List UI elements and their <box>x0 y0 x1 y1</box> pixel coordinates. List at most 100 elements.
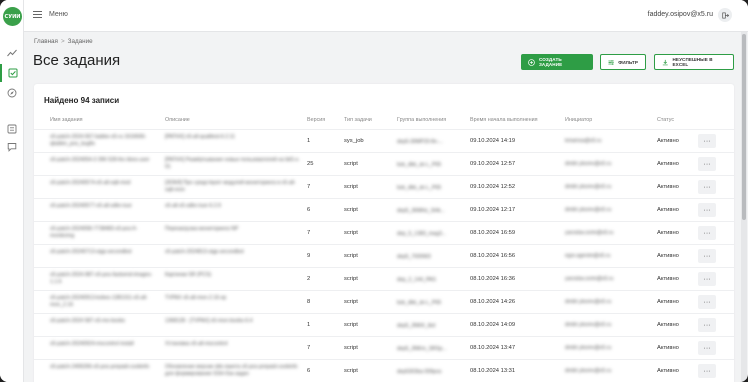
cell-type: script <box>344 230 358 236</box>
column-header-group[interactable]: Группа выполнения <box>397 117 446 123</box>
more-dots-icon[interactable]: ··· <box>698 203 716 217</box>
logout-icon[interactable] <box>718 8 732 22</box>
cell-initiator: yaroslav.zorin@x5.ru <box>565 230 614 236</box>
create-task-label: Создать задание <box>538 57 563 67</box>
cell-task-name: x5-patch-2406266-x5-pos-prepaid-csobinfo <box>50 364 150 370</box>
cell-description: [PATHX] Развёртывание новых пользователе… <box>165 157 300 170</box>
cell-group: bsk_dbk_sk-L_P65 <box>397 162 442 168</box>
cell-description: x5-patch-2024813-sigp-secondbot <box>165 249 244 255</box>
cell-status: Активно <box>657 345 679 351</box>
more-dots-icon[interactable]: ··· <box>698 295 716 309</box>
cell-start-time: 08.10.2024 16:56 <box>470 253 516 259</box>
left-rail: СУИИ <box>0 0 24 382</box>
table-row[interactable]: x5-patch-2406266-x5-pos-prepaid-csobinfo… <box>34 359 734 382</box>
scrollbar-thumb[interactable] <box>742 34 746 220</box>
cell-initiator: dmitri.ykorev@x5.ru <box>565 299 612 305</box>
more-dots-icon[interactable]: ··· <box>698 180 716 194</box>
nav-chat-icon[interactable] <box>0 138 24 156</box>
sliders-icon <box>608 59 614 65</box>
cell-description: TVPAX x5-all-mon-2.16-sp <box>165 295 227 301</box>
cell-status: Активно <box>657 322 679 328</box>
page-title: Все задания <box>33 52 121 69</box>
nav-analytics-icon[interactable] <box>0 44 24 62</box>
logo-icon[interactable]: СУИИ <box>3 7 22 26</box>
cell-task-name: x5-patch-2024054-3 396 528-fes kbes-user <box>50 157 150 163</box>
cell-initiator: dmitri.ykorev@x5.ru <box>565 322 612 328</box>
cell-group: dep5-30MP20-fin-... <box>397 139 443 145</box>
cell-description: [ЗОКИ] Про средствуют модулей мониторинг… <box>165 180 296 193</box>
table-row[interactable]: x5-patch-20240913-kobes-1381311-x5-all-m… <box>34 290 734 313</box>
cell-task-name: x5-patch-20240913-kobes-1381311-x5-all-m… <box>50 295 148 308</box>
cell-version: 2 <box>307 276 311 282</box>
more-dots-icon[interactable]: ··· <box>698 272 716 286</box>
table-row[interactable]: x5-patch-2024058-7738483-x5-pos-fr-monit… <box>34 221 734 244</box>
column-header-start-time[interactable]: Время начала выполнения <box>470 117 538 123</box>
more-dots-icon[interactable]: ··· <box>698 226 716 240</box>
hamburger-icon[interactable] <box>33 11 42 20</box>
cell-status: Активно <box>657 299 679 305</box>
create-task-button[interactable]: Создать задание <box>521 54 593 70</box>
download-icon <box>662 59 668 65</box>
nav-list-icon[interactable] <box>0 120 24 138</box>
table-row[interactable]: x5-patch-20240924-mscontrol install Устан… <box>34 336 734 359</box>
more-dots-icon[interactable]: ··· <box>698 318 716 332</box>
tasks-card: Найдено 94 записи Имя задания Описание В… <box>34 84 734 382</box>
cell-start-time: 09.10.2024 14:19 <box>470 138 516 144</box>
column-header-description[interactable]: Описание <box>165 117 190 123</box>
breadcrumb-home[interactable]: Главная <box>34 38 58 45</box>
cell-version: 6 <box>307 207 311 213</box>
cell-type: script <box>344 253 358 259</box>
cell-initiator: yaroslav.zorin@x5.ru <box>565 276 614 282</box>
more-dots-icon[interactable]: ··· <box>698 341 716 355</box>
cell-type: script <box>344 161 358 167</box>
user-email: faddey.osipov@x5.ru <box>647 11 713 18</box>
export-failed-label: Неуспешные в Excel <box>672 57 713 67</box>
cell-task-name: x5-patch-20240713-sigp-secondbot <box>50 249 132 255</box>
cell-initiator: dmitri.ykorev@x5.ru <box>565 345 612 351</box>
cell-status: Активно <box>657 368 679 374</box>
breadcrumb: Главная > Задание <box>34 38 93 45</box>
cell-initiator: egor.agenim@x5.ru <box>565 253 611 259</box>
breadcrumb-separator: > <box>60 38 65 45</box>
breadcrumb-current: Задание <box>67 38 93 45</box>
cell-status: Активно <box>657 253 679 259</box>
cell-version: 1 <box>307 322 311 328</box>
cell-task-name: x5-patch-2024-567-babke-x5-ru 1616666-qb… <box>50 134 147 147</box>
cell-description: [PATHX] x5-all-qualitest-6.2.11 <box>165 134 236 140</box>
cell-type: script <box>344 368 358 374</box>
table-row[interactable]: x5-patch-20240577-x5-all-sdkn-tusr x5-all… <box>34 198 734 221</box>
column-header-version[interactable]: Версия <box>307 117 325 123</box>
cell-version: 1 <box>307 138 311 144</box>
table-row[interactable]: x5-patch-2024-987-x5-pos-fastsend-images… <box>34 267 734 290</box>
cell-status: Активно <box>657 138 679 144</box>
cell-start-time: 08.10.2024 14:09 <box>470 322 516 328</box>
column-header-name[interactable]: Имя задания <box>50 117 83 123</box>
more-dots-icon[interactable]: ··· <box>698 364 716 378</box>
table-row[interactable]: x5-patch-2024 587-x5-mo-bsobs 1368128 - [… <box>34 313 734 336</box>
nav-compass-icon[interactable] <box>0 84 24 102</box>
nav-tasks-icon[interactable] <box>0 64 24 82</box>
cell-start-time: 08.10.2024 16:59 <box>470 230 516 236</box>
cell-start-time: 09.10.2024 12:52 <box>470 184 516 190</box>
cell-type: script <box>344 345 358 351</box>
export-failed-button[interactable]: Неуспешные в Excel <box>654 54 734 70</box>
column-header-type[interactable]: Тип задачи <box>344 117 372 123</box>
table-row[interactable]: x5-patch-20240713-sigp-secondbot x5-patch… <box>34 244 734 267</box>
more-dots-icon[interactable]: ··· <box>698 157 716 171</box>
cell-type: script <box>344 322 358 328</box>
filter-button[interactable]: Фильтр <box>600 54 646 70</box>
table-header: Имя задания Описание Версия Тип задачи Г… <box>34 115 734 127</box>
more-dots-icon[interactable]: ··· <box>698 249 716 263</box>
cell-type: script <box>344 184 358 190</box>
cell-group: dep_2_144_PAS <box>397 277 436 283</box>
cell-start-time: 09.10.2024 12:17 <box>470 207 516 213</box>
menu-label[interactable]: Меню <box>49 11 68 18</box>
column-header-initiator[interactable]: Инициатор <box>565 117 592 123</box>
table-row[interactable]: x5-patch-2024-567-babke-x5-ru 1616666-qb… <box>34 129 734 152</box>
cell-type: script <box>344 207 358 213</box>
table-row[interactable]: x5-patch-20240574-x5-all-sqlt-mod [ЗОКИ] … <box>34 175 734 198</box>
cell-status: Активно <box>657 276 679 282</box>
table-row[interactable]: x5-patch-2024054-3 396 528-fes kbes-user… <box>34 152 734 175</box>
more-dots-icon[interactable]: ··· <box>698 134 716 148</box>
column-header-status[interactable]: Статус <box>657 117 674 123</box>
